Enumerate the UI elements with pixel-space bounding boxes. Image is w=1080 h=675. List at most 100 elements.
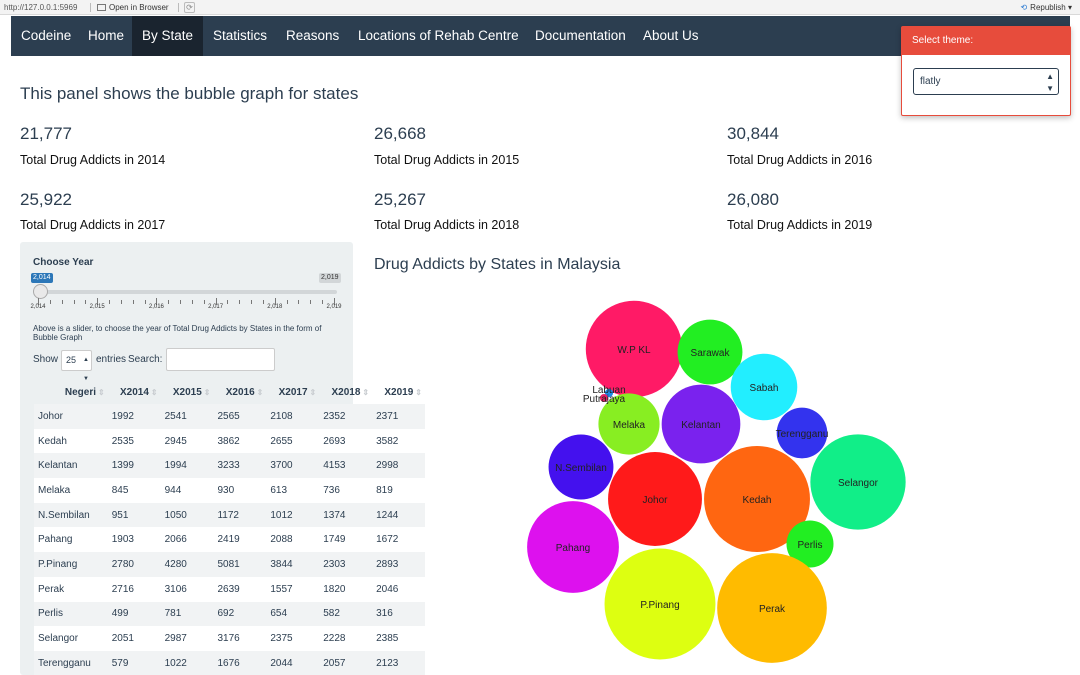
bubble-label: P.Pinang: [640, 600, 679, 611]
url-text[interactable]: http://127.0.0.1:5969: [4, 0, 77, 15]
table-cell: 499: [107, 601, 161, 627]
table-cell: Kedah: [34, 428, 108, 454]
nav-by-state[interactable]: By State: [132, 16, 204, 56]
bubble-label: Pahang: [556, 543, 590, 554]
table-cell: 819: [372, 478, 425, 503]
bubble-label: Johor: [642, 495, 668, 506]
slider-tick-label: 2,018: [267, 304, 283, 310]
table-row: Kedah 2535 2945 3862 2655 2693 3582: [34, 428, 425, 454]
nav-locations[interactable]: Locations of Rehab Centre: [348, 16, 529, 56]
table-cell: 845: [107, 478, 161, 503]
slider-minor-tick: [132, 300, 134, 304]
table-cell: 2716: [107, 576, 161, 602]
table-row: P.Pinang 2780 4280 5081 3844 2303 2893: [34, 552, 425, 577]
open-in-browser-button[interactable]: Open in Browser: [97, 0, 169, 15]
page-title: This panel shows the bubble graph for st…: [20, 84, 359, 103]
column-header-x2018[interactable]: X2018 ⇕: [319, 380, 372, 404]
slider-description: Above is a slider, to choose the year of…: [33, 324, 322, 342]
theme-select-value: flatly: [920, 76, 941, 87]
table-cell: 2044: [266, 650, 320, 675]
table-row: Perlis 499 781 692 654 582 316: [34, 601, 425, 627]
sort-icon[interactable]: ⇕: [151, 388, 158, 397]
year-slider-handle[interactable]: [33, 284, 48, 299]
slider-minor-tick: [262, 300, 264, 304]
slider-minor-tick: [85, 300, 87, 304]
table-cell: P.Pinang: [34, 552, 108, 577]
sort-icon[interactable]: ⇕: [257, 388, 264, 397]
nav-statistics[interactable]: Statistics: [203, 16, 277, 56]
entries-select[interactable]: 25 ▲ ▼: [61, 350, 92, 382]
table-cell: 2228: [319, 626, 373, 651]
slider-tick-label: 2,016: [148, 304, 164, 310]
table-row: Pahang 1903 2066 2419 2088 1749 1672: [34, 527, 425, 553]
stat-label-2014: Total Drug Addicts in 2014: [20, 153, 166, 167]
toolbar-separator: [178, 3, 179, 12]
table-row: Kelantan 1399 1994 3233 3700 4153 2998: [34, 453, 425, 479]
table-cell: 3106: [160, 576, 214, 602]
column-header-x2017[interactable]: X2017 ⇕: [266, 380, 319, 404]
table-cell: 1374: [319, 502, 373, 528]
bubble-label: Putrajaya: [583, 394, 626, 405]
table-cell: 1012: [266, 502, 320, 528]
column-header-negeri[interactable]: Negeri ⇕: [34, 380, 108, 404]
table-cell: 3844: [266, 552, 320, 577]
table-cell: 2945: [160, 428, 214, 454]
bubble-chart: W.P KL SarawakSabahLabuanPutrajayaMelaka K…: [527, 300, 906, 663]
column-header-label: X2015: [172, 386, 202, 398]
nav-reasons[interactable]: Reasons: [276, 16, 349, 56]
table-cell: 930: [213, 478, 267, 503]
table-body: Johor 1992 2541 2565 2108 2352 2371 Kedah 2535 29…: [34, 404, 425, 675]
theme-select[interactable]: flatly ▲ ▼: [913, 68, 1059, 95]
sort-icon[interactable]: ⇕: [98, 388, 105, 397]
table-cell: 316: [372, 601, 425, 627]
table-cell: 2419: [213, 527, 267, 553]
column-header-x2019[interactable]: X2019 ⇕: [372, 380, 425, 404]
table-cell: 2693: [319, 428, 373, 454]
slider-minor-tick: [61, 300, 63, 304]
open-in-browser-label: Open in Browser: [109, 3, 169, 12]
nav-documentation[interactable]: Documentation: [525, 16, 636, 56]
column-header-x2016[interactable]: X2016 ⇕: [213, 380, 266, 404]
nav-home[interactable]: Home: [78, 16, 134, 56]
table-cell: 4153: [319, 453, 373, 479]
refresh-icon[interactable]: ⟳: [184, 2, 195, 13]
table-cell: 1172: [213, 502, 267, 528]
column-header-x2015[interactable]: X2015 ⇕: [161, 380, 214, 404]
sort-icon[interactable]: ⇕: [362, 388, 369, 397]
entries-label: entries: [96, 354, 127, 365]
table-cell: 1050: [160, 502, 214, 528]
year-slider-track[interactable]: [35, 290, 337, 294]
sort-icon[interactable]: ⇕: [310, 388, 317, 397]
table-cell: 3700: [266, 453, 320, 479]
table-row: N.Sembilan 951 1050 1172 1012 1374 1244: [34, 502, 425, 528]
republish-button[interactable]: ⟲ Republish ▾: [1020, 0, 1072, 15]
nav-brand[interactable]: Codeine: [11, 16, 81, 56]
table-search-input[interactable]: [166, 348, 275, 371]
table-cell: 5081: [213, 552, 267, 577]
bubble-label: Kelantan: [681, 420, 720, 431]
table-cell: 1903: [107, 527, 161, 553]
table-cell: 1992: [107, 404, 161, 429]
nav-about-us[interactable]: About Us: [633, 16, 709, 56]
table-cell: 2088: [266, 527, 320, 553]
column-header-x2014[interactable]: X2014 ⇕: [108, 380, 161, 404]
table-cell: 2541: [160, 404, 214, 429]
window-icon: [97, 4, 106, 11]
table-cell: 2987: [160, 626, 214, 651]
slider-tick-label: 2,014: [30, 304, 46, 310]
sort-icon[interactable]: ⇕: [204, 388, 211, 397]
table-cell: 3582: [372, 428, 425, 454]
table-row: Perak 2716 3106 2639 1557 1820 2046: [34, 576, 425, 602]
table-cell: Kelantan: [34, 453, 108, 479]
table-cell: Johor: [34, 404, 108, 429]
table-cell: 582: [319, 601, 373, 627]
table-row: Melaka 845 944 930 613 736 819: [34, 478, 425, 503]
sort-icon[interactable]: ⇕: [415, 388, 422, 397]
slider-value-badge: 2,014: [31, 273, 53, 283]
slider-minor-tick: [144, 300, 146, 304]
table-cell: 1399: [107, 453, 161, 479]
bubble-label: Kedah: [743, 495, 772, 506]
bubble-label: Sarawak: [691, 348, 731, 359]
browser-toolbar: http://127.0.0.1:5969 Open in Browser ⟳ …: [0, 0, 1080, 15]
table-cell: 3233: [213, 453, 267, 479]
